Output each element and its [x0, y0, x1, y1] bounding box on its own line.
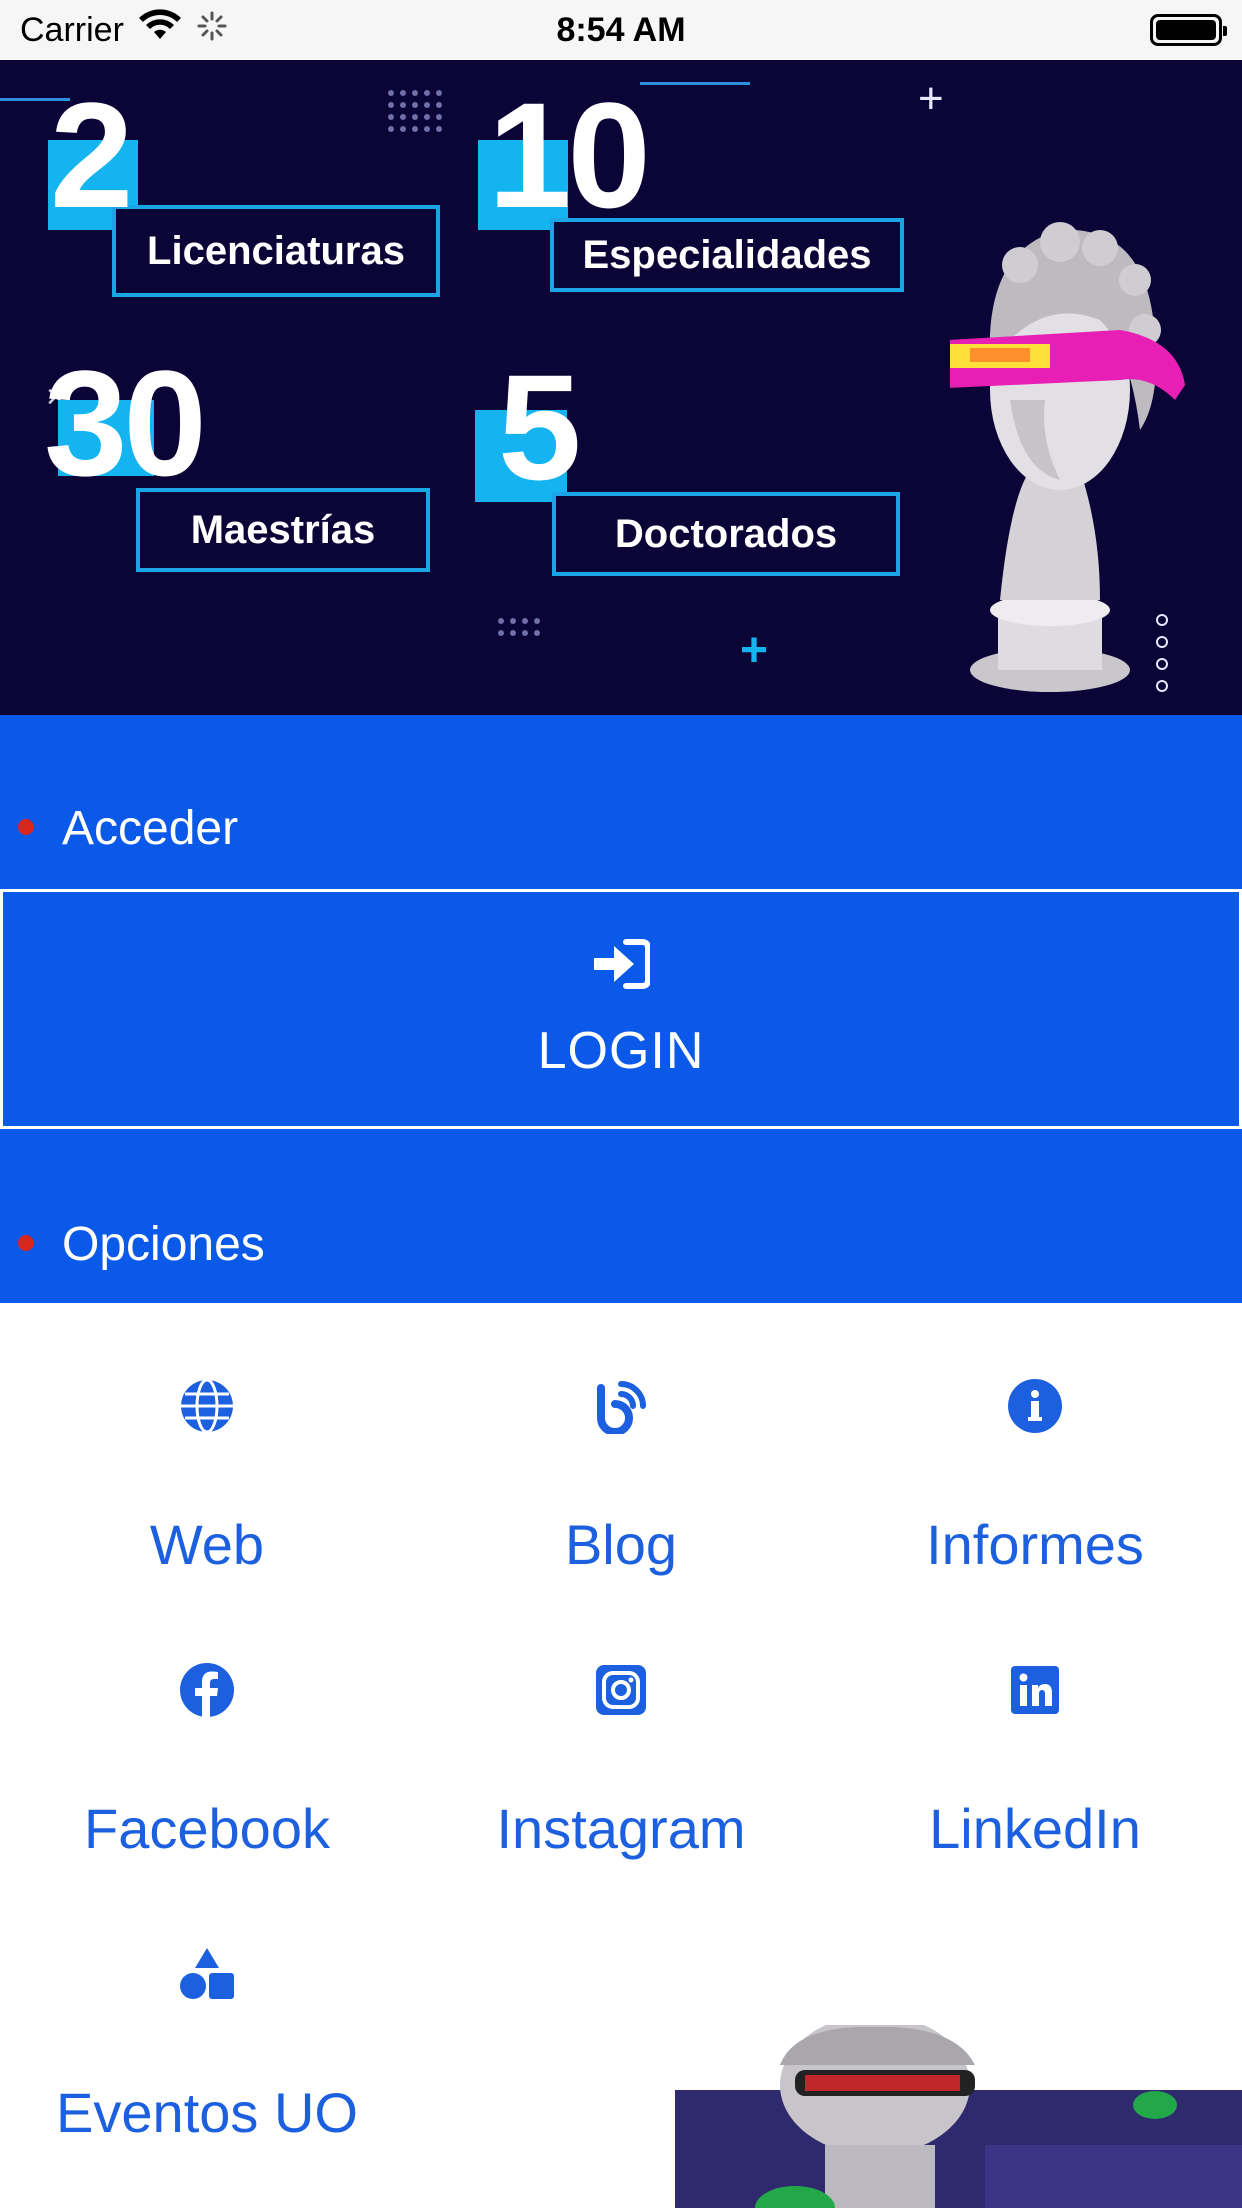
stat-number: 2 — [50, 71, 133, 239]
globe-icon — [179, 1378, 235, 1434]
plus-icon: + — [740, 624, 769, 677]
facebook-icon — [179, 1662, 235, 1718]
wifi-icon — [138, 8, 182, 52]
bust-illustration-bottom — [675, 2025, 1242, 2208]
linkedin-icon — [1007, 1662, 1063, 1718]
option-facebook[interactable]: Facebook — [0, 1662, 414, 1861]
activity-spinner-icon — [196, 10, 228, 51]
bullet-dot — [18, 819, 34, 835]
line-decoration — [640, 82, 750, 85]
stat-number: 10 — [488, 71, 651, 239]
shapes-icon — [179, 1946, 235, 2002]
option-label: Facebook — [84, 1797, 330, 1860]
login-button[interactable]: LOGIN — [0, 889, 1242, 1129]
option-eventos[interactable]: Eventos UO — [0, 1946, 414, 2145]
section-header-access: Acceder — [0, 715, 1242, 889]
section-header-options: Opciones — [0, 1129, 1242, 1303]
info-icon — [1007, 1378, 1063, 1434]
option-label: Eventos UO — [56, 2081, 358, 2144]
option-label: Blog — [564, 1513, 678, 1576]
option-web[interactable]: Web — [0, 1378, 414, 1577]
plus-icon: + — [918, 74, 944, 123]
option-label: Instagram — [496, 1797, 746, 1860]
blog-icon — [593, 1378, 649, 1434]
stat-label: Licenciaturas — [112, 205, 440, 297]
option-linkedin[interactable]: LinkedIn — [828, 1662, 1242, 1861]
instagram-icon — [593, 1662, 649, 1718]
status-left: Carrier — [20, 8, 228, 52]
option-label: LinkedIn — [929, 1797, 1141, 1860]
promo-banner[interactable]: + + × 2 Licenciaturas 10 Especialidades … — [0, 60, 1242, 715]
bullet-dot — [18, 1235, 34, 1251]
option-blog[interactable]: Blog — [414, 1378, 828, 1577]
battery-icon — [1150, 14, 1227, 46]
option-label: Informes — [926, 1513, 1144, 1576]
stat-number: 30 — [44, 339, 207, 507]
stat-number: 5 — [498, 343, 581, 511]
vr-bust-illustration — [950, 222, 1185, 692]
carrier-label: Carrier — [20, 10, 124, 49]
login-label: LOGIN — [537, 1021, 705, 1080]
status-bar: Carrier 8:54 AM — [0, 0, 1242, 60]
option-informes[interactable]: Informes — [828, 1378, 1242, 1577]
section-title-options: Opciones — [62, 1218, 265, 1271]
sign-in-icon — [592, 938, 651, 995]
dots-decoration — [498, 618, 540, 636]
option-label: Web — [149, 1513, 265, 1576]
section-title-access: Acceder — [62, 802, 239, 855]
option-instagram[interactable]: Instagram — [414, 1662, 828, 1861]
stat-label: Doctorados — [552, 492, 900, 576]
dots-decoration — [388, 90, 442, 132]
